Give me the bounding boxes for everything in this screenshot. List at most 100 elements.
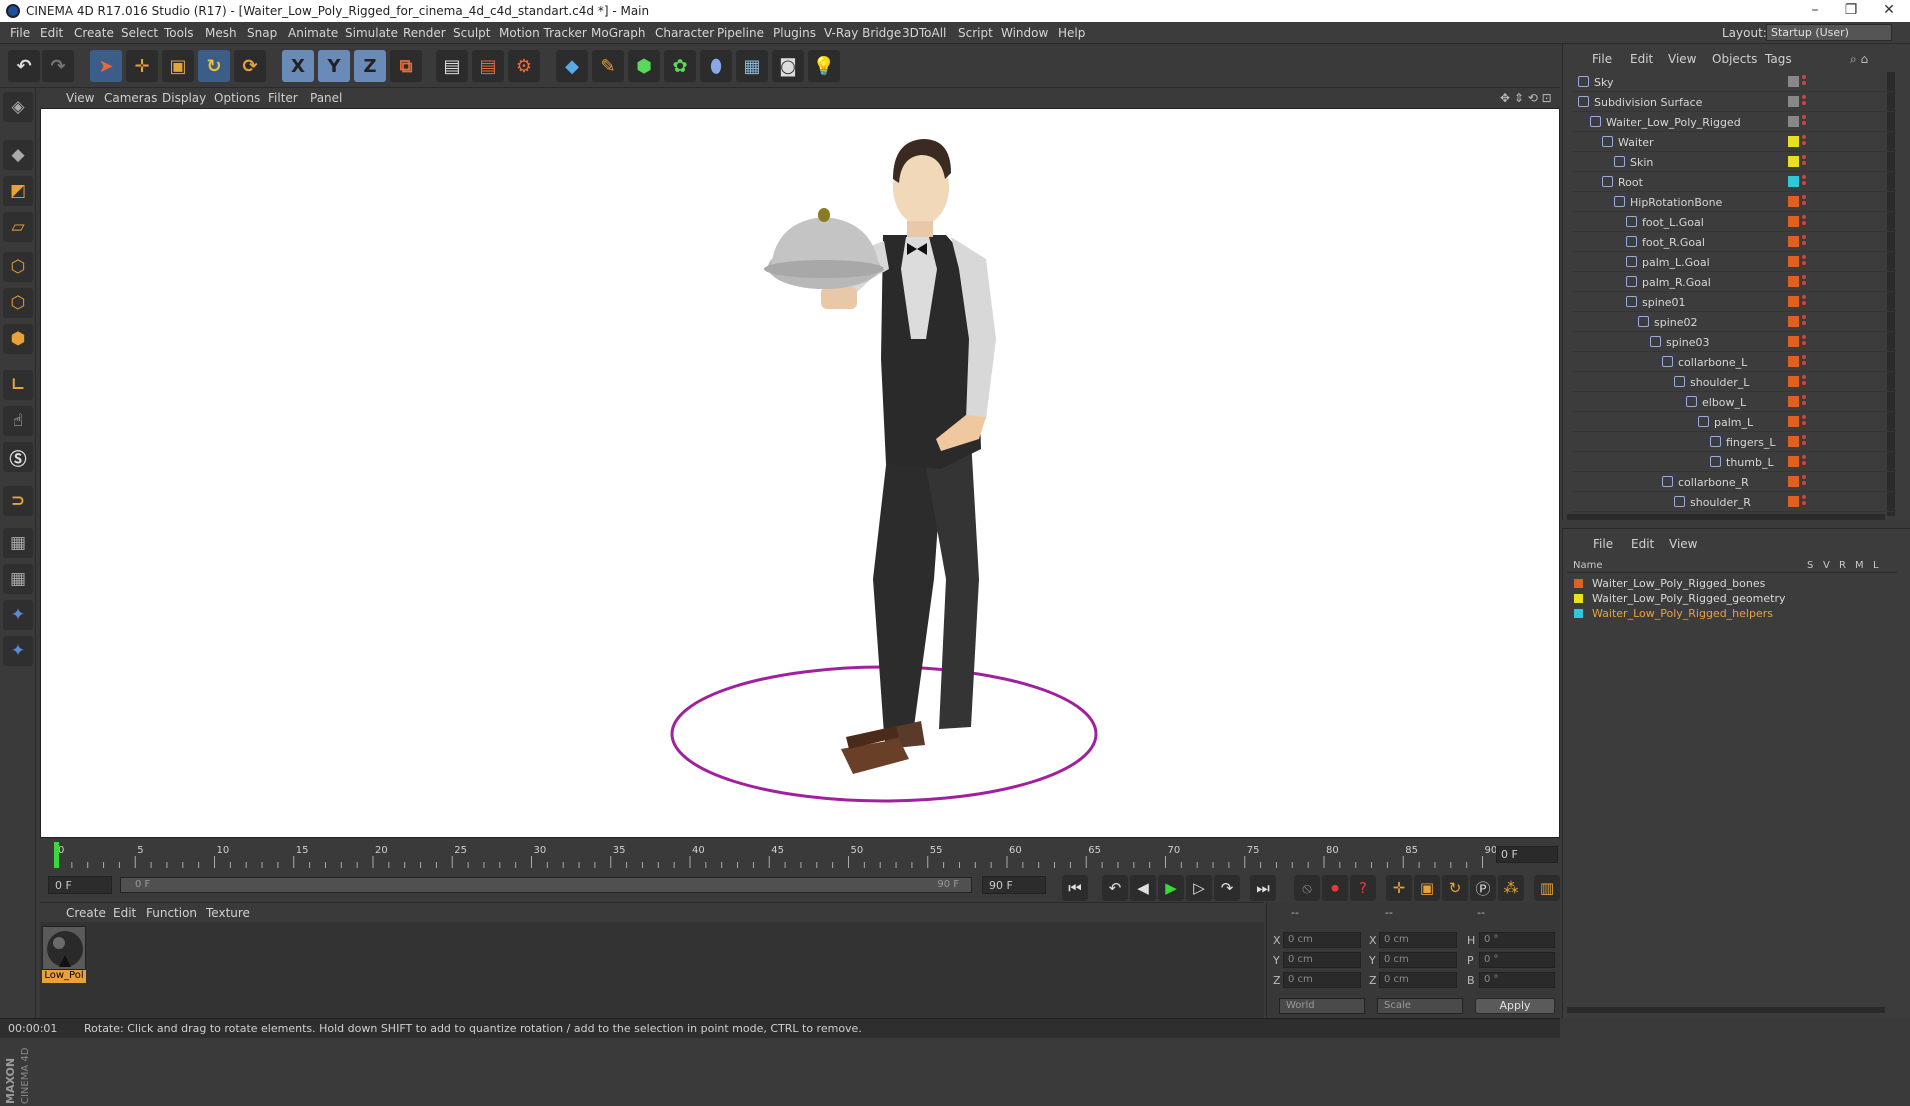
object-row[interactable]: thumb_L — [1572, 452, 1896, 472]
visibility-dots[interactable] — [1802, 435, 1808, 449]
viewport-menu-display[interactable]: Display — [162, 91, 206, 105]
object-name[interactable]: thumb_L — [1726, 456, 1774, 469]
object-name[interactable]: collarbone_R — [1678, 476, 1749, 489]
size-z-field[interactable]: 0 cm — [1379, 972, 1457, 988]
pen-spline-icon[interactable]: ✎ — [592, 50, 624, 82]
undo-icon[interactable]: ↶ — [8, 50, 40, 82]
menu-sculpt[interactable]: Sculpt — [453, 26, 490, 40]
floor-icon[interactable]: ▦ — [736, 50, 768, 82]
start-frame-field[interactable]: 0 F — [48, 876, 112, 894]
3d-viewport[interactable] — [40, 108, 1560, 838]
layer-color-swatch[interactable] — [1788, 116, 1799, 127]
om-search-icon[interactable]: ⌕ ⌂ — [1850, 52, 1868, 67]
layer-manager-hscrollbar[interactable] — [1567, 1007, 1885, 1013]
material-menu-function[interactable]: Function — [146, 906, 197, 920]
timeline-ruler[interactable]: 0 5 10 15 20 25 30 35 40 45 50 55 60 65 70 75 80 85 90 — [40, 840, 1560, 876]
axis-mode-icon[interactable]: ∟ — [3, 370, 33, 400]
object-name[interactable]: Skin — [1630, 156, 1653, 169]
object-name[interactable]: elbow_L — [1702, 396, 1746, 409]
object-row[interactable]: fingers_L — [1572, 432, 1896, 452]
layer-color-swatch[interactable] — [1788, 496, 1799, 507]
minimize-button[interactable]: – — [1800, 2, 1830, 20]
object-row[interactable]: Waiter_Low_Poly_Rigged — [1572, 112, 1896, 132]
object-name[interactable]: Sky — [1594, 76, 1613, 89]
coordinate-mode-select[interactable]: World — [1279, 998, 1365, 1014]
transform-mode-select[interactable]: Scale — [1377, 998, 1463, 1014]
rotate-icon[interactable]: ↻ — [198, 50, 230, 82]
object-row[interactable]: HipRotationBone — [1572, 192, 1896, 212]
object-row[interactable]: Root — [1572, 172, 1896, 192]
visibility-dots[interactable] — [1802, 315, 1808, 329]
object-row[interactable]: palm_L — [1572, 412, 1896, 432]
scale-icon[interactable]: ▣ — [162, 50, 194, 82]
position-z-field[interactable]: 0 cm — [1283, 972, 1361, 988]
recent-tool-icon[interactable]: ⟳ — [234, 50, 266, 82]
rotation-b-field[interactable]: 0 ° — [1479, 972, 1555, 988]
material-menu-edit[interactable]: Edit — [113, 906, 136, 920]
layer-color-swatch[interactable] — [1788, 276, 1799, 287]
object-manager-hscrollbar[interactable] — [1567, 514, 1885, 520]
layer-color-swatch[interactable] — [1574, 609, 1583, 618]
end-frame-field[interactable]: 90 F — [982, 876, 1046, 894]
viewport-menu-options[interactable]: Options — [214, 91, 260, 105]
visibility-dots[interactable] — [1802, 295, 1808, 309]
om-menu-file[interactable]: File — [1592, 52, 1612, 66]
texture-mode-icon[interactable]: ◩ — [3, 176, 33, 206]
layer-name[interactable]: Waiter_Low_Poly_Rigged_bones — [1592, 577, 1765, 590]
layer-color-swatch[interactable] — [1574, 579, 1583, 588]
menu-snap[interactable]: Snap — [247, 26, 277, 40]
visibility-dots[interactable] — [1802, 395, 1808, 409]
viewport-menu-cameras[interactable]: Cameras — [104, 91, 157, 105]
workplane-mode-icon[interactable]: ▱ — [3, 212, 33, 242]
camera-icon[interactable]: ◙ — [772, 50, 804, 82]
material-manager-area[interactable] — [40, 922, 1264, 1018]
layer-color-swatch[interactable] — [1788, 456, 1799, 467]
render-picture-viewer-icon[interactable]: ▤ — [472, 50, 504, 82]
menu-animate[interactable]: Animate — [288, 26, 338, 40]
coordinate-system-icon[interactable]: ⧉ — [390, 50, 422, 82]
visibility-dots[interactable] — [1802, 95, 1808, 109]
visibility-dots[interactable] — [1802, 75, 1808, 89]
viewport-menu-filter[interactable]: Filter — [268, 91, 298, 105]
menu-window[interactable]: Window — [1001, 26, 1048, 40]
visibility-dots[interactable] — [1802, 495, 1808, 509]
om-menu-view[interactable]: View — [1668, 52, 1696, 66]
apply-button[interactable]: Apply — [1475, 998, 1555, 1014]
object-name[interactable]: spine03 — [1666, 336, 1710, 349]
axis-y-button[interactable]: Y — [318, 50, 350, 82]
layer-color-swatch[interactable] — [1788, 216, 1799, 227]
lm-menu-view[interactable]: View — [1669, 537, 1697, 551]
menu-character[interactable]: Character — [655, 26, 714, 40]
menu-help[interactable]: Help — [1058, 26, 1085, 40]
layer-color-swatch[interactable] — [1788, 76, 1799, 87]
make-editable-icon[interactable]: ◈ — [3, 92, 33, 122]
snap-magnet-icon[interactable]: ⊃ — [3, 486, 33, 516]
viewport-menu-panel[interactable]: Panel — [310, 91, 342, 105]
layer-name[interactable]: Waiter_Low_Poly_Rigged_geometry — [1592, 592, 1786, 605]
object-name[interactable]: shoulder_L — [1690, 376, 1749, 389]
object-name[interactable]: foot_R.Goal — [1642, 236, 1705, 249]
lm-menu-edit[interactable]: Edit — [1631, 537, 1654, 551]
layer-name[interactable]: Waiter_Low_Poly_Rigged_helpers — [1592, 607, 1773, 620]
visibility-dots[interactable] — [1802, 255, 1808, 269]
visibility-dots[interactable] — [1802, 455, 1808, 469]
record-active-objects-icon[interactable]: ⦸ — [1294, 875, 1320, 901]
size-y-field[interactable]: 0 cm — [1379, 952, 1457, 968]
timeline-playhead[interactable] — [54, 842, 59, 868]
object-row[interactable]: palm_R.Goal — [1572, 272, 1896, 292]
size-x-field[interactable]: 0 cm — [1379, 932, 1457, 948]
object-row[interactable]: Subdivision Surface — [1572, 92, 1896, 112]
move-icon[interactable]: ✛ — [126, 50, 158, 82]
layer-color-swatch[interactable] — [1788, 376, 1799, 387]
object-row[interactable]: spine01 — [1572, 292, 1896, 312]
scale-key-icon[interactable]: ▣ — [1414, 875, 1440, 901]
object-name[interactable]: Subdivision Surface — [1594, 96, 1702, 109]
rotation-key-icon[interactable]: ↻ — [1442, 875, 1468, 901]
menu-plugins[interactable]: Plugins — [773, 26, 816, 40]
object-name[interactable]: HipRotationBone — [1630, 196, 1722, 209]
menu-script[interactable]: Script — [958, 26, 993, 40]
tweak-mode-icon[interactable]: ☝ — [3, 406, 33, 436]
visibility-dots[interactable] — [1802, 335, 1808, 349]
object-name[interactable]: palm_L.Goal — [1642, 256, 1710, 269]
layer-color-swatch[interactable] — [1788, 416, 1799, 427]
